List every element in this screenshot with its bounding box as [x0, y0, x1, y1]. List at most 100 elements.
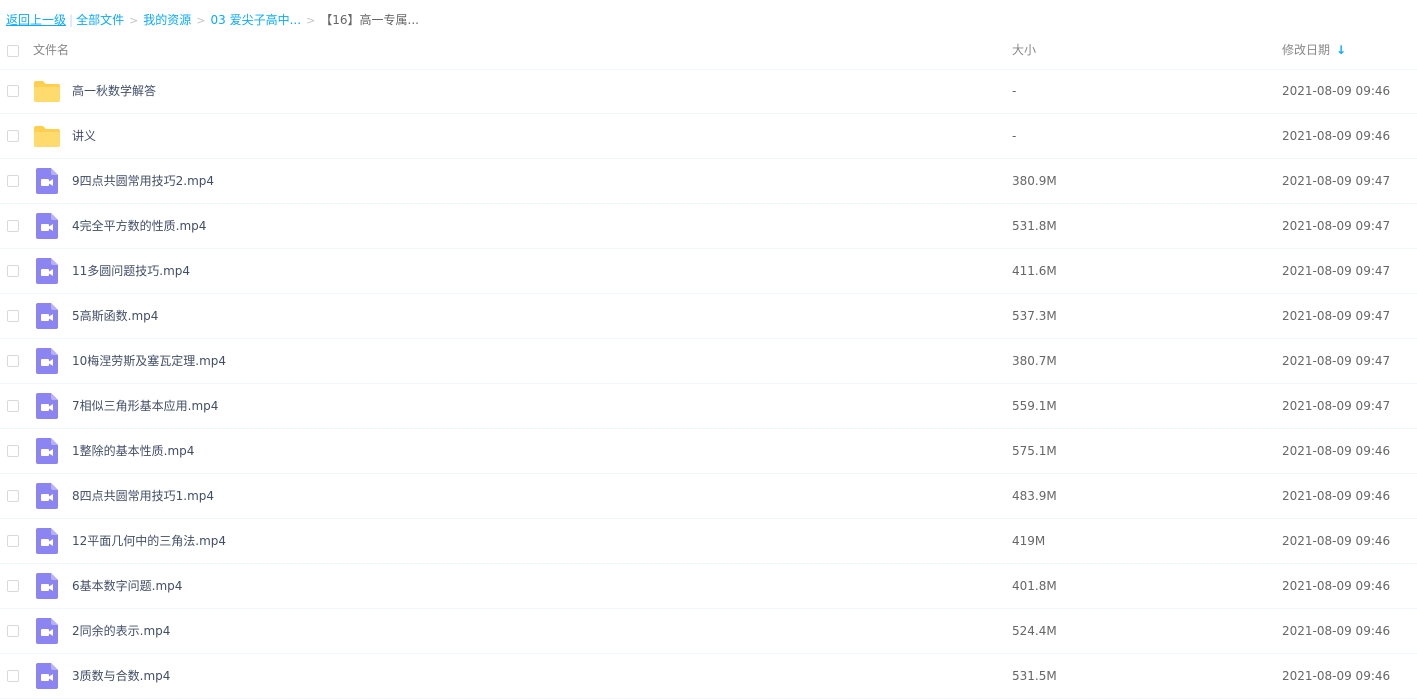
file-name[interactable]: 4完全平方数的性质.mp4	[72, 204, 206, 248]
table-row[interactable]: 9四点共圆常用技巧2.mp4 380.9M 2021-08-09 09:47	[0, 159, 1417, 204]
row-checkbox[interactable]	[7, 265, 19, 277]
chevron-right-icon: >	[306, 14, 316, 27]
file-name[interactable]: 7相似三角形基本应用.mp4	[72, 384, 218, 428]
row-checkbox[interactable]	[7, 220, 19, 232]
file-date: 2021-08-09 09:46	[1282, 534, 1391, 548]
file-date: 2021-08-09 09:47	[1282, 219, 1391, 233]
chevron-right-icon: >	[196, 14, 206, 27]
file-size: -	[1012, 84, 1017, 98]
folder-icon	[33, 124, 61, 148]
table-row[interactable]: 5高斯函数.mp4 537.3M 2021-08-09 09:47	[0, 294, 1417, 339]
select-all-checkbox[interactable]	[7, 45, 19, 57]
row-checkbox[interactable]	[7, 535, 19, 547]
file-name[interactable]: 9四点共圆常用技巧2.mp4	[72, 159, 214, 203]
sort-descending-icon[interactable]: ↓	[1336, 32, 1346, 69]
file-date: 2021-08-09 09:47	[1282, 309, 1391, 323]
file-name[interactable]: 10梅涅劳斯及塞瓦定理.mp4	[72, 339, 226, 383]
file-date: 2021-08-09 09:47	[1282, 354, 1391, 368]
row-checkbox[interactable]	[7, 400, 19, 412]
file-date: 2021-08-09 09:46	[1282, 669, 1391, 683]
row-checkbox[interactable]	[7, 175, 19, 187]
file-name[interactable]: 3质数与合数.mp4	[72, 654, 170, 698]
table-row[interactable]: 11多圆问题技巧.mp4 411.6M 2021-08-09 09:47	[0, 249, 1417, 294]
table-row[interactable]: 讲义 - 2021-08-09 09:46	[0, 114, 1417, 159]
table-row[interactable]: 3质数与合数.mp4 531.5M 2021-08-09 09:46	[0, 654, 1417, 699]
file-name[interactable]: 8四点共圆常用技巧1.mp4	[72, 474, 214, 518]
row-checkbox[interactable]	[7, 130, 19, 142]
breadcrumb-item-parent-folder[interactable]: 03 爱尖子高中...	[211, 13, 302, 27]
table-row[interactable]: 高一秋数学解答 - 2021-08-09 09:46	[0, 69, 1417, 114]
video-file-icon	[36, 348, 58, 374]
breadcrumb-current: 【16】高一专属...	[320, 13, 419, 27]
file-list-header: 文件名 大小 修改日期 ↓	[0, 32, 1417, 70]
breadcrumb-item-all-files[interactable]: 全部文件	[76, 13, 124, 27]
table-row[interactable]: 1整除的基本性质.mp4 575.1M 2021-08-09 09:46	[0, 429, 1417, 474]
file-size: 575.1M	[1012, 444, 1057, 458]
table-row[interactable]: 2同余的表示.mp4 524.4M 2021-08-09 09:46	[0, 609, 1417, 654]
video-file-icon	[36, 393, 58, 419]
table-row[interactable]: 6基本数字问题.mp4 401.8M 2021-08-09 09:46	[0, 564, 1417, 609]
table-row[interactable]: 10梅涅劳斯及塞瓦定理.mp4 380.7M 2021-08-09 09:47	[0, 339, 1417, 384]
file-name[interactable]: 高一秋数学解答	[72, 69, 156, 113]
video-file-icon	[36, 618, 58, 644]
file-date: 2021-08-09 09:47	[1282, 174, 1391, 188]
file-size: 531.8M	[1012, 219, 1057, 233]
video-file-icon	[36, 258, 58, 284]
video-file-icon	[36, 573, 58, 599]
row-checkbox[interactable]	[7, 670, 19, 682]
file-date: 2021-08-09 09:46	[1282, 444, 1391, 458]
row-checkbox[interactable]	[7, 490, 19, 502]
video-file-icon	[36, 303, 58, 329]
chevron-right-icon: >	[129, 14, 139, 27]
file-date: 2021-08-09 09:46	[1282, 129, 1391, 143]
row-checkbox[interactable]	[7, 355, 19, 367]
file-list: 高一秋数学解答 - 2021-08-09 09:46 讲义 - 2021-08-09 09…	[0, 69, 1417, 699]
row-checkbox[interactable]	[7, 310, 19, 322]
file-size: -	[1012, 129, 1017, 143]
table-row[interactable]: 8四点共圆常用技巧1.mp4 483.9M 2021-08-09 09:46	[0, 474, 1417, 519]
file-date: 2021-08-09 09:46	[1282, 624, 1391, 638]
file-name[interactable]: 12平面几何中的三角法.mp4	[72, 519, 226, 563]
row-checkbox[interactable]	[7, 445, 19, 457]
video-file-icon	[36, 528, 58, 554]
video-file-icon	[36, 483, 58, 509]
file-date: 2021-08-09 09:46	[1282, 489, 1391, 503]
row-checkbox[interactable]	[7, 85, 19, 97]
video-file-icon	[36, 663, 58, 689]
table-row[interactable]: 12平面几何中的三角法.mp4 419M 2021-08-09 09:46	[0, 519, 1417, 564]
video-file-icon	[36, 168, 58, 194]
file-name[interactable]: 5高斯函数.mp4	[72, 294, 158, 338]
file-size: 524.4M	[1012, 624, 1057, 638]
file-size: 419M	[1012, 534, 1046, 548]
file-name[interactable]: 6基本数字问题.mp4	[72, 564, 182, 608]
file-size: 401.8M	[1012, 579, 1057, 593]
file-size: 559.1M	[1012, 399, 1057, 413]
back-link[interactable]: 返回上一级	[6, 13, 66, 27]
file-size: 537.3M	[1012, 309, 1057, 323]
file-name[interactable]: 11多圆问题技巧.mp4	[72, 249, 190, 293]
column-header-date-label: 修改日期	[1282, 43, 1331, 57]
breadcrumb-divider: |	[69, 13, 74, 27]
file-size: 380.9M	[1012, 174, 1057, 188]
column-header-name[interactable]: 文件名	[33, 32, 69, 69]
video-file-icon	[36, 438, 58, 464]
file-size: 380.7M	[1012, 354, 1057, 368]
video-file-icon	[36, 213, 58, 239]
breadcrumb: 返回上一级 | 全部文件 > 我的资源 >03 爱尖子高中... > 【16】高一专属...	[6, 11, 419, 29]
file-date: 2021-08-09 09:47	[1282, 399, 1391, 413]
file-date: 2021-08-09 09:47	[1282, 264, 1391, 278]
column-header-date[interactable]: 修改日期 ↓	[1282, 32, 1346, 69]
breadcrumb-item-my-resources[interactable]: 我的资源	[143, 13, 191, 27]
table-row[interactable]: 7相似三角形基本应用.mp4 559.1M 2021-08-09 09:47	[0, 384, 1417, 429]
file-name[interactable]: 1整除的基本性质.mp4	[72, 429, 194, 473]
column-header-size[interactable]: 大小	[1012, 32, 1036, 69]
file-size: 483.9M	[1012, 489, 1057, 503]
file-size: 411.6M	[1012, 264, 1057, 278]
row-checkbox[interactable]	[7, 625, 19, 637]
row-checkbox[interactable]	[7, 580, 19, 592]
file-name[interactable]: 讲义	[72, 114, 96, 158]
file-name[interactable]: 2同余的表示.mp4	[72, 609, 170, 653]
file-date: 2021-08-09 09:46	[1282, 84, 1391, 98]
table-row[interactable]: 4完全平方数的性质.mp4 531.8M 2021-08-09 09:47	[0, 204, 1417, 249]
folder-icon	[33, 79, 61, 103]
